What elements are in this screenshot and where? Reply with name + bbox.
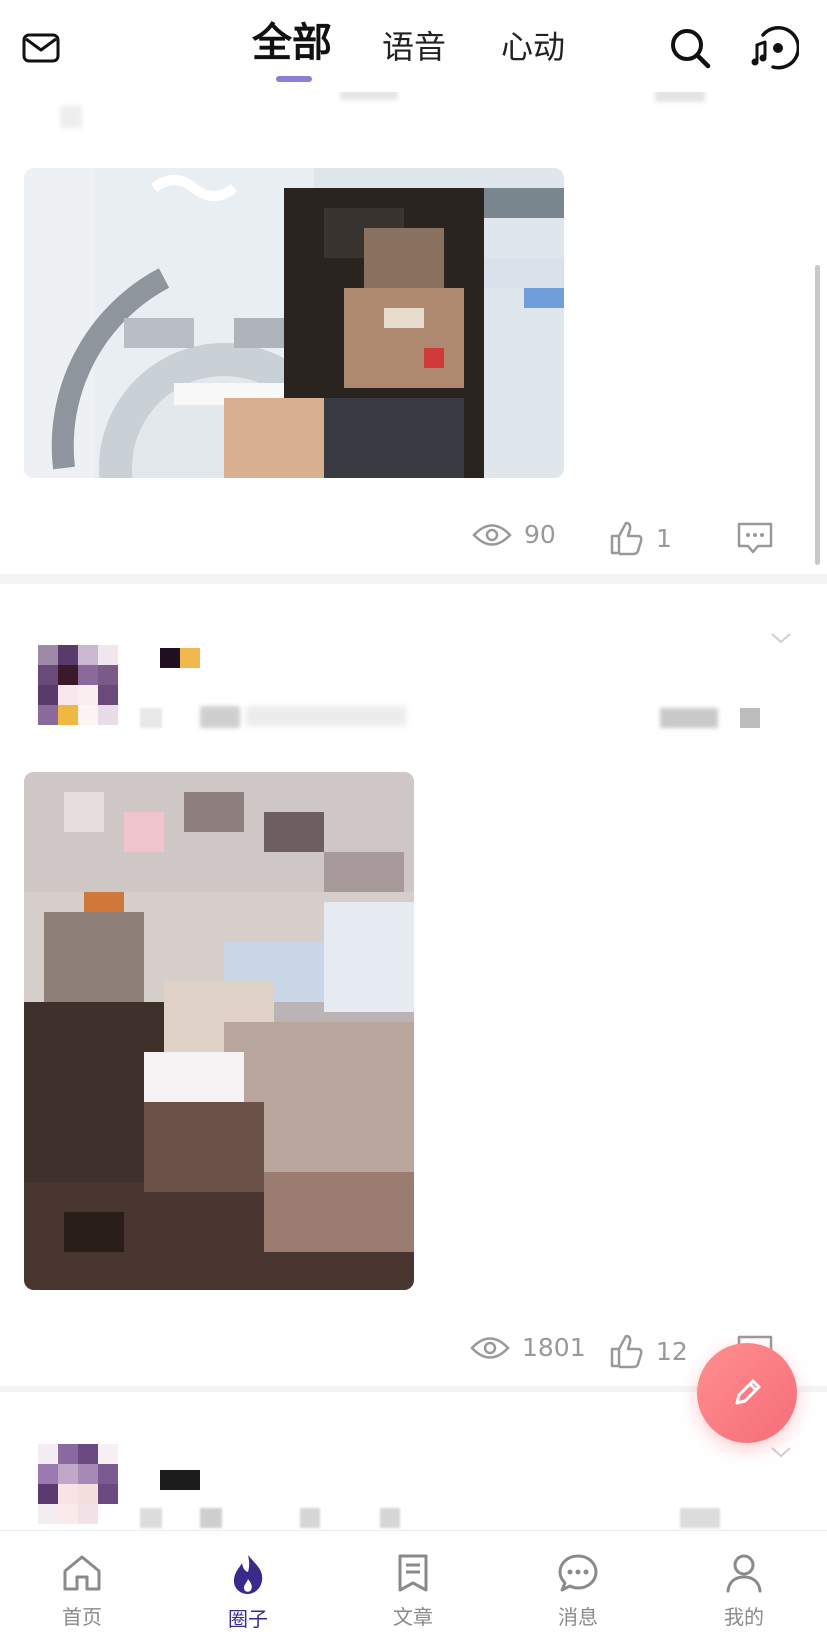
chevron-down-icon[interactable] — [770, 1446, 792, 1458]
username-mosaic — [180, 648, 200, 668]
username-mosaic — [160, 648, 180, 668]
meta-mosaic — [140, 708, 162, 728]
nav-home[interactable]: 首页 — [22, 1531, 142, 1652]
like-button[interactable]: 1 — [608, 520, 672, 556]
thumbs-up-icon — [610, 521, 643, 556]
view-count: 90 — [472, 520, 556, 549]
post-divider — [0, 574, 827, 584]
active-tab-indicator — [276, 76, 312, 82]
comment-icon — [737, 522, 773, 554]
meta-mosaic — [200, 706, 240, 728]
meta-mosaic — [660, 708, 718, 728]
nav-profile[interactable]: 我的 — [684, 1531, 804, 1652]
avatar[interactable] — [38, 1444, 122, 1528]
bottom-navigation: 首页 圈子 文章 消息 我的 — [0, 1530, 827, 1652]
nav-messages[interactable]: 消息 — [518, 1531, 638, 1652]
username-mosaic — [160, 1470, 200, 1490]
view-count: 1801 — [470, 1333, 586, 1362]
music-chat-icon[interactable] — [748, 22, 800, 74]
bookmark-icon — [398, 1554, 428, 1592]
eye-icon — [472, 523, 512, 546]
partial-hidden-avatar — [60, 106, 82, 128]
thumbs-up-icon — [610, 1334, 643, 1369]
chat-bubble-icon — [558, 1554, 598, 1592]
meta-mosaic — [200, 1508, 222, 1528]
avatar[interactable] — [38, 645, 122, 729]
meta-mosaic — [740, 708, 760, 728]
search-icon[interactable] — [664, 22, 716, 74]
chevron-down-icon[interactable] — [770, 632, 792, 644]
like-count-value: 12 — [656, 1336, 688, 1366]
nav-articles[interactable]: 文章 — [353, 1531, 473, 1652]
meta-mosaic — [680, 1508, 720, 1528]
tab-voice[interactable]: 语音 — [382, 22, 446, 72]
nav-label: 首页 — [62, 1605, 102, 1629]
meta-mosaic — [140, 1508, 162, 1528]
post-image[interactable] — [24, 772, 414, 1290]
flame-icon — [233, 1555, 263, 1594]
like-count-value: 1 — [656, 523, 672, 553]
post-stats: 90 1 — [0, 520, 827, 560]
nav-label: 消息 — [558, 1605, 598, 1629]
top-bar: 全部 语音 心动 — [0, 0, 827, 92]
meta-mosaic — [246, 706, 406, 726]
compose-button[interactable] — [697, 1343, 797, 1443]
eye-icon — [470, 1336, 510, 1359]
pencil-icon — [735, 1379, 761, 1405]
view-count-value: 90 — [524, 520, 556, 549]
nav-circle[interactable]: 圈子 — [188, 1531, 308, 1652]
meta-mosaic — [380, 1508, 400, 1528]
person-icon — [726, 1554, 762, 1593]
home-icon — [63, 1555, 101, 1591]
post-image[interactable] — [24, 168, 564, 478]
like-button[interactable]: 12 — [608, 1333, 688, 1369]
nav-label: 我的 — [724, 1605, 764, 1629]
nav-label: 圈子 — [228, 1607, 268, 1631]
comment-button[interactable] — [736, 520, 774, 556]
tab-heartbeat[interactable]: 心动 — [501, 22, 565, 72]
view-count-value: 1801 — [522, 1333, 586, 1362]
nav-label: 文章 — [393, 1605, 433, 1629]
mail-icon[interactable] — [16, 22, 68, 74]
meta-mosaic — [300, 1508, 320, 1528]
tab-all[interactable]: 全部 — [252, 18, 332, 68]
